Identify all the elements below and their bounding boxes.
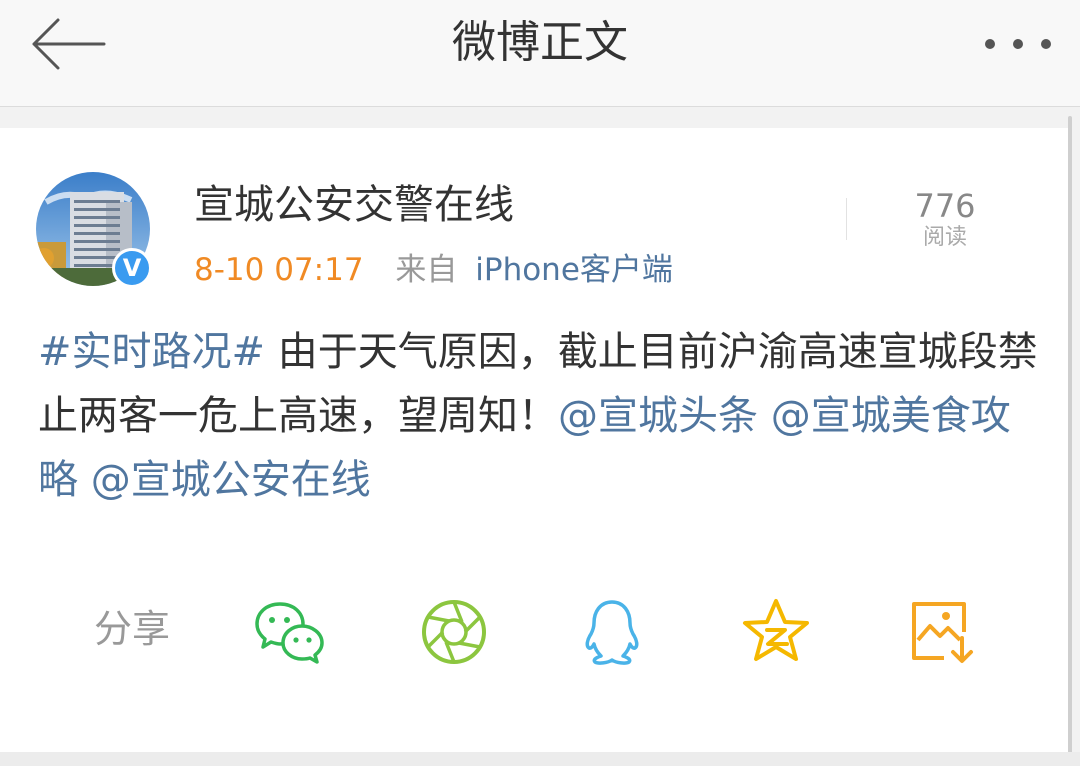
save-image-button[interactable] (904, 596, 976, 668)
topic-link[interactable]: #实时路况# (38, 329, 265, 375)
read-count-label: 阅读 (922, 225, 967, 250)
qq-icon (585, 600, 639, 665)
post-content: #实时路况# 由于天气原因，截止目前沪渝高速宣城段禁止两客一危上高速，望周知！@… (38, 320, 1044, 512)
verified-badge-icon: V (112, 248, 152, 288)
more-button[interactable] (980, 26, 1056, 62)
more-dots-icon (985, 39, 1051, 49)
post-meta: 8-10 07:17 来自 iPhone客户端 (194, 250, 673, 290)
mention-link[interactable]: @宣城头条 (558, 393, 758, 439)
page-title: 微博正文 (452, 17, 628, 68)
mention-link[interactable]: @宣城公安在线 (91, 457, 371, 503)
share-moments-button[interactable] (418, 596, 490, 668)
top-navigation-bar: 微博正文 (0, 0, 1080, 107)
source-client-link[interactable]: iPhone客户端 (475, 252, 673, 288)
author-name[interactable]: 宣城公安交警在线 (194, 180, 514, 230)
post-time: 8-10 07:17 (194, 252, 364, 288)
share-wechat-button[interactable] (254, 596, 326, 668)
scrollbar[interactable] (1068, 116, 1072, 756)
read-count: 776 阅读 (900, 188, 990, 252)
qzone-icon (743, 599, 809, 661)
share-bar: 分享 (0, 590, 1068, 672)
save-image-icon (912, 602, 973, 663)
bottom-separator (0, 752, 1080, 766)
read-count-value: 776 (914, 187, 976, 225)
share-qzone-button[interactable] (740, 596, 812, 668)
moments-icon (422, 600, 486, 664)
divider (846, 198, 847, 240)
share-qq-button[interactable] (576, 596, 648, 668)
wechat-icon (255, 602, 324, 664)
post-card: V 宣城公安交警在线 8-10 07:17 来自 iPhone客户端 776 阅… (0, 128, 1068, 752)
source-prefix: 来自 (395, 252, 458, 288)
share-label: 分享 (94, 607, 171, 651)
